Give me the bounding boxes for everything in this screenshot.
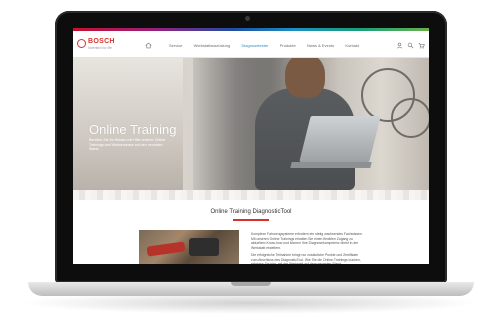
section-title: Online Training DiagnosticTool xyxy=(210,209,292,215)
brand-logo[interactable]: BOSCH Invented for life xyxy=(77,38,115,53)
top-navigation: BOSCH Invented for life Service Werkstat… xyxy=(73,28,429,58)
brand-name: BOSCH xyxy=(88,38,115,45)
nav-item-kontakt[interactable]: Kontakt xyxy=(345,43,359,51)
section-title-underline xyxy=(233,219,269,221)
hero-subtitle: Bereiten Sie Ihr Wissen mit Hilfe unsere… xyxy=(89,138,166,152)
cart-icon[interactable] xyxy=(418,42,425,49)
section-paragraph: Die erfolgreiche Teilnahme bringt nur zu… xyxy=(251,253,361,264)
hero-banner: Online Training Bereiten Sie Ihr Wissen … xyxy=(73,58,429,190)
nav-item-diagnosetester[interactable]: Diagnosetester xyxy=(242,43,269,51)
diagnostic-device xyxy=(189,238,219,256)
section-paragraph: Komplexe Fahrzeugsysteme erfordern ein s… xyxy=(251,232,363,250)
laptop-notch xyxy=(231,282,271,286)
pixel-divider xyxy=(73,190,429,200)
user-icon[interactable] xyxy=(396,42,403,49)
laptop-screen: BOSCH Invented for life Service Werkstat… xyxy=(73,28,429,264)
red-tool-case xyxy=(146,241,186,257)
diagnostic-tool-image xyxy=(139,230,239,264)
nav-item-produkte[interactable]: Produkte xyxy=(280,43,296,51)
bicycle-wheel xyxy=(391,98,429,138)
person-head xyxy=(285,58,325,98)
brand-tagline: Invented for life xyxy=(88,46,112,50)
photo-laptop-keyboard xyxy=(290,162,372,168)
search-icon[interactable] xyxy=(407,42,414,49)
home-icon[interactable] xyxy=(145,42,152,49)
nav-item-werkstattausruestung[interactable]: Werkstattausrüstung xyxy=(194,43,231,51)
hero-title: Online Training xyxy=(89,122,177,137)
camera xyxy=(245,16,250,21)
section-body: Komplexe Fahrzeugsysteme erfordern ein s… xyxy=(251,232,363,264)
logo-mark-icon xyxy=(77,39,86,48)
photo-laptop xyxy=(299,116,381,162)
main-content: Online Training DiagnosticTool Komplexe … xyxy=(73,200,429,264)
nav-item-service[interactable]: Service xyxy=(169,43,182,51)
nav-menu: Service Werkstattausrüstung Diagnosetest… xyxy=(169,43,359,51)
laptop-base xyxy=(28,282,474,296)
brand-color-stripe xyxy=(73,28,429,31)
nav-item-news-events[interactable]: News & Events xyxy=(307,43,334,51)
